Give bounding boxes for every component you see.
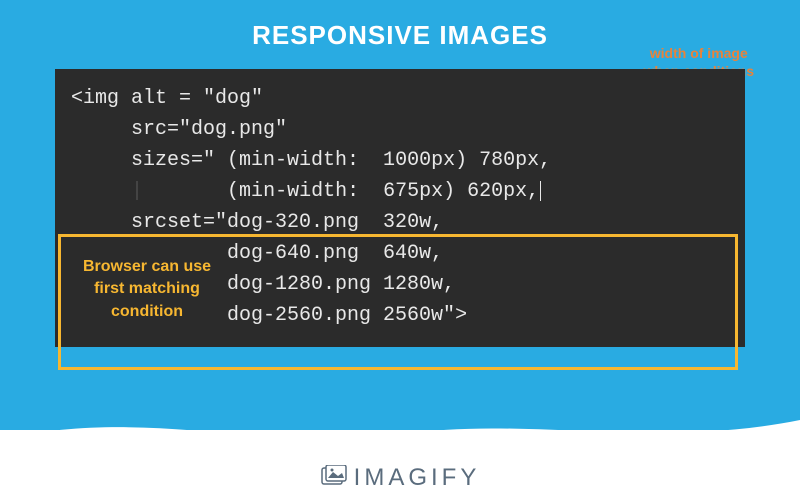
wave-divider-icon [0,400,800,462]
annotation-browser-note: Browser can use first matching condition [72,256,222,323]
logo-text: IMAGIFY [354,464,481,491]
code-text: sizes= [71,149,203,172]
footer-logo: IMAGIFY [0,464,800,492]
code-string: "dog.png" [179,118,287,141]
code-text: <img alt = [71,87,203,110]
code-text: srcset= [71,211,215,234]
background-panel: RESPONSIVE IMAGES width of image when co… [0,0,800,430]
cursor-icon [540,181,541,201]
code-string: " (min-width: 1000px) 780px, [203,149,551,172]
code-string: "dog-320.png 320w, [215,211,443,234]
imagify-logo-icon [320,465,348,492]
code-string: (min-width: 675px) 620px, [71,180,539,203]
code-text: src= [71,118,179,141]
code-string: "dog" [203,87,263,110]
